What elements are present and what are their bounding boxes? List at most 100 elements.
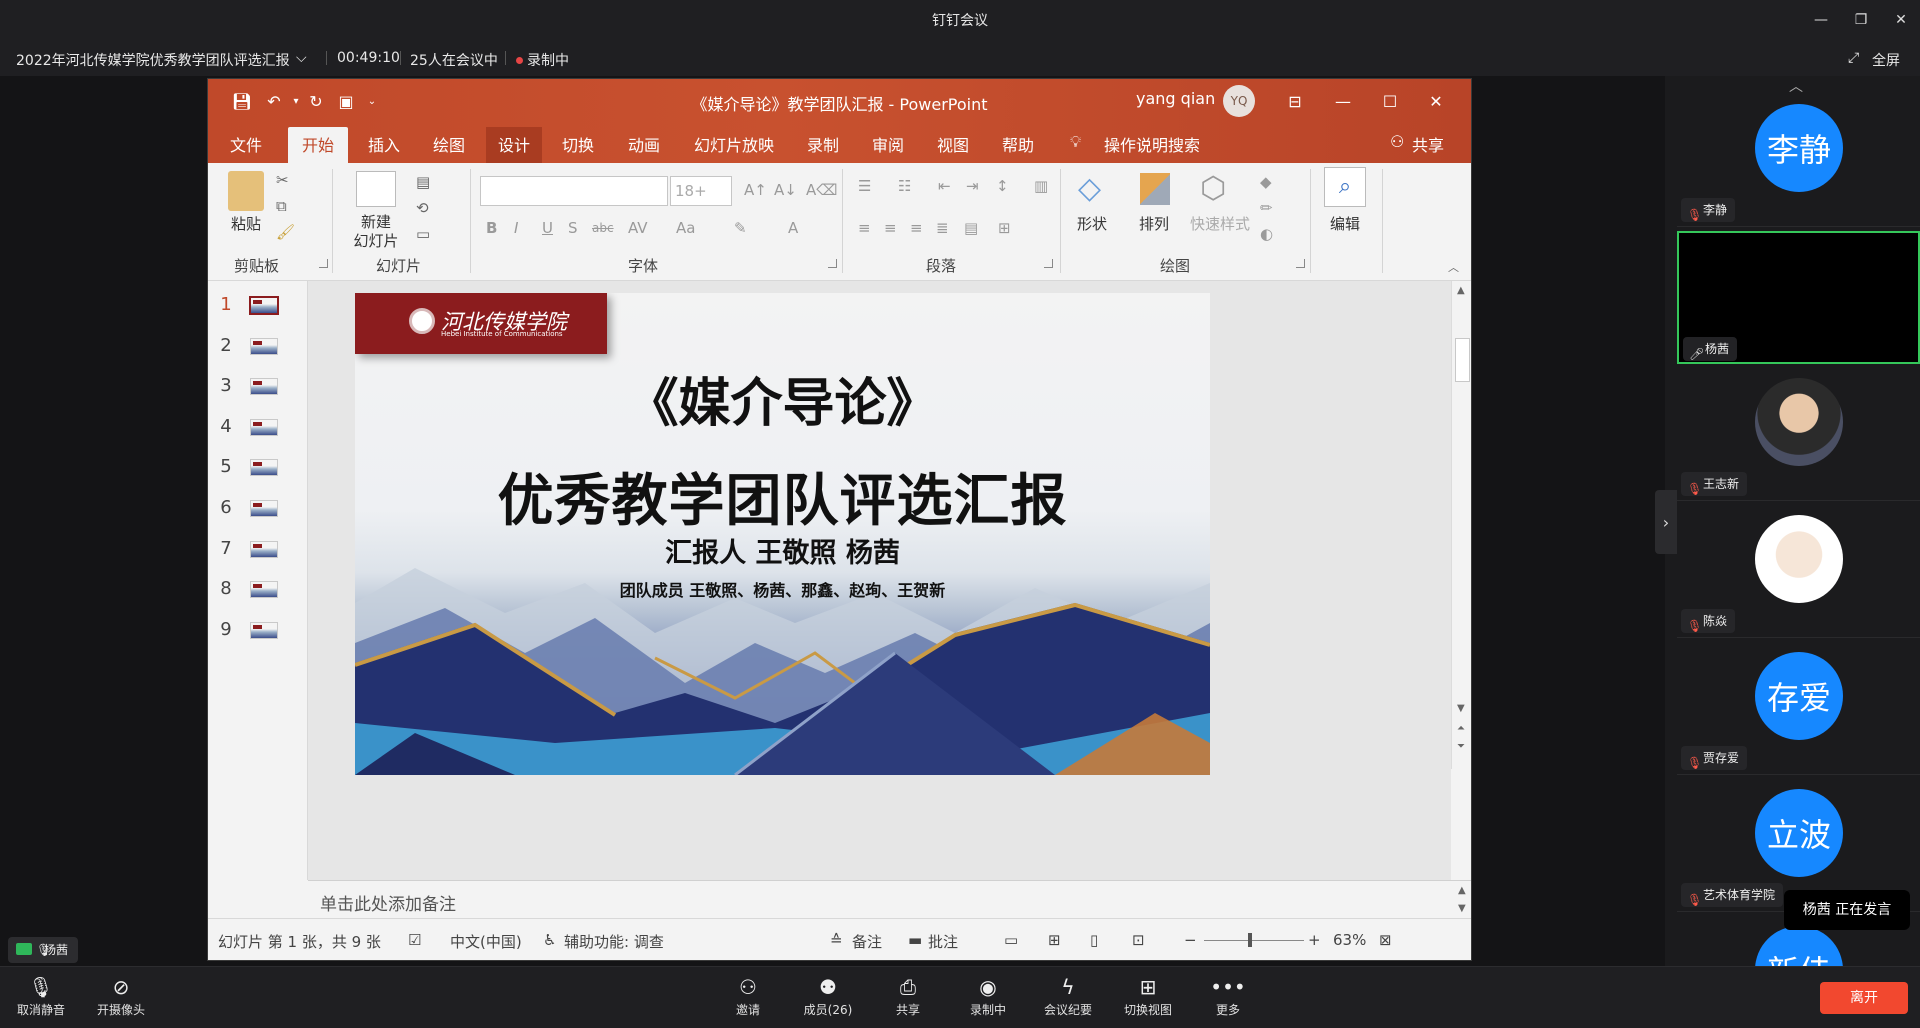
copy-icon[interactable]: ⧉ <box>276 197 287 215</box>
slide-thumbnail-image[interactable] <box>250 621 278 639</box>
members-button[interactable]: ⚉ 成员(26) <box>787 973 869 1025</box>
comments-icon[interactable]: ▬ <box>908 931 922 949</box>
format-painter-icon[interactable]: 🖌︎ <box>276 223 295 241</box>
share-button[interactable]: 共享 <box>1412 132 1444 156</box>
slide-thumbnail[interactable]: 4 <box>208 409 308 449</box>
find-icon[interactable]: ⌕ <box>1324 167 1366 207</box>
notes-scroll-up-icon[interactable]: ▲ <box>1458 885 1466 896</box>
slide-thumbnail[interactable]: 5 <box>208 449 308 489</box>
slide-thumbnail-image[interactable] <box>249 296 279 315</box>
tab-record[interactable]: 录制 <box>807 132 839 156</box>
scroll-up-icon[interactable]: ▲ <box>1457 285 1465 296</box>
ppt-user-avatar[interactable]: YQ <box>1223 85 1255 117</box>
collapse-ribbon-icon[interactable]: ︿ <box>1448 259 1459 275</box>
slide-thumbnail-image[interactable] <box>250 418 278 436</box>
zoom-slider-thumb[interactable] <box>1248 933 1252 947</box>
more-button[interactable]: ••• 更多 <box>1187 973 1269 1025</box>
justify-icon[interactable]: ≣ <box>936 219 949 237</box>
change-case-icon[interactable]: Aa <box>676 219 695 237</box>
participant-tile[interactable]: 李静 🎙︎ 李静 <box>1677 94 1920 227</box>
zoom-slider[interactable] <box>1204 940 1304 941</box>
drawing-launcher-icon[interactable] <box>1296 259 1305 268</box>
align-right-icon[interactable]: ≡ <box>910 219 923 237</box>
fullscreen-icon[interactable]: ⤢ <box>1848 50 1859 66</box>
bold-icon[interactable]: B <box>486 219 497 237</box>
slide-thumbnail-image[interactable] <box>250 581 278 599</box>
participant-tile[interactable]: 🎙︎ 陈焱 <box>1677 505 1920 638</box>
bullets-icon[interactable]: ☰ <box>858 177 871 195</box>
slideshow-view-icon[interactable]: ⊡ <box>1132 931 1145 949</box>
paste-icon[interactable] <box>228 171 264 211</box>
tab-draw[interactable]: 绘图 <box>433 132 465 156</box>
spellcheck-icon[interactable]: ☑ <box>408 931 421 949</box>
paste-button[interactable]: 粘贴 <box>228 215 264 234</box>
shapes-button[interactable]: 形状 <box>1070 215 1114 234</box>
decrease-font-icon[interactable]: A↓ <box>774 181 797 199</box>
line-spacing-icon[interactable]: ↕ <box>996 177 1009 195</box>
tab-help[interactable]: 帮助 <box>1002 132 1034 156</box>
ribbon-display-icon[interactable]: ⊟ <box>1280 87 1310 115</box>
tab-animations[interactable]: 动画 <box>628 132 660 156</box>
cut-icon[interactable]: ✂ <box>276 171 289 189</box>
zoom-in-icon[interactable]: + <box>1308 931 1321 949</box>
slide-thumbnail[interactable]: 3 <box>208 368 308 408</box>
new-slide-icon[interactable] <box>356 171 396 207</box>
slide-thumbnail-image[interactable] <box>250 378 278 396</box>
fullscreen-button[interactable]: 全屏 <box>1872 50 1900 70</box>
slide-thumbnail-image[interactable] <box>250 337 278 355</box>
participant-tile[interactable]: 存爱 🎙︎ 贾存爱 <box>1677 642 1920 775</box>
language-status[interactable]: 中文(中国) <box>450 931 522 952</box>
align-center-icon[interactable]: ≡ <box>884 219 897 237</box>
decrease-indent-icon[interactable]: ⇤ <box>938 177 951 195</box>
section-icon[interactable]: ▭ <box>416 225 430 243</box>
ppt-close-icon[interactable]: ✕ <box>1421 87 1451 115</box>
notes-pane[interactable]: 单击此处添加备注 ▲ ▼ <box>308 880 1471 918</box>
close-icon[interactable]: ✕ <box>1889 8 1913 32</box>
minutes-button[interactable]: ϟ 会议纪要 <box>1027 973 1109 1025</box>
align-text-icon[interactable]: ▤ <box>964 219 978 237</box>
arrange-button[interactable]: 排列 <box>1130 215 1178 234</box>
scroll-down-icon[interactable]: ▼ <box>1457 703 1465 714</box>
next-slide-icon[interactable]: ⏷ <box>1457 741 1465 752</box>
reading-view-icon[interactable]: ▯ <box>1090 931 1098 949</box>
slide-vertical-scrollbar[interactable]: ▲ ▼ ⏶ ⏷ <box>1451 281 1471 769</box>
recording-button[interactable]: ◉ 录制中 <box>947 973 1029 1025</box>
increase-indent-icon[interactable]: ⇥ <box>966 177 979 195</box>
layout-icon[interactable]: ▤ <box>416 173 430 191</box>
fit-to-window-icon[interactable]: ⊠ <box>1379 931 1392 949</box>
shape-fill-icon[interactable]: ◆ <box>1260 173 1272 191</box>
sorter-view-icon[interactable]: ⊞ <box>1048 931 1061 949</box>
leave-meeting-button[interactable]: 离开 <box>1820 982 1908 1014</box>
highlight-icon[interactable]: ✎ <box>734 219 747 237</box>
smartart-icon[interactable]: ⊞ <box>998 219 1011 237</box>
normal-view-icon[interactable]: ▭ <box>1004 931 1018 949</box>
tab-review[interactable]: 审阅 <box>872 132 904 156</box>
quick-styles-icon[interactable]: ⬡ <box>1200 171 1226 206</box>
slide-thumbnail[interactable]: 2 <box>208 328 308 368</box>
accessibility-status[interactable]: 辅助功能: 调查 <box>564 931 664 952</box>
previous-slide-icon[interactable]: ⏶ <box>1457 723 1465 734</box>
tab-view[interactable]: 视图 <box>937 132 969 156</box>
font-color-icon[interactable]: A <box>788 219 798 237</box>
reset-icon[interactable]: ⟲ <box>416 199 429 217</box>
ppt-maximize-icon[interactable]: ☐ <box>1375 87 1405 115</box>
meeting-name[interactable]: 2022年河北传媒学院优秀教学团队评选汇报 <box>16 50 290 70</box>
strikethrough-icon[interactable]: abc <box>592 221 614 235</box>
notes-toggle[interactable]: 备注 <box>852 931 882 952</box>
ppt-user-name[interactable]: yang qian <box>1136 89 1215 108</box>
tab-file[interactable]: 文件 <box>230 132 262 156</box>
tab-transitions[interactable]: 切换 <box>562 132 594 156</box>
shadow-icon[interactable]: S <box>568 219 578 237</box>
ppt-minimize-icon[interactable]: — <box>1328 87 1358 115</box>
slide-thumbnail-image[interactable] <box>250 459 278 477</box>
participant-tile[interactable]: 🎙︎ 王志新 <box>1677 368 1920 501</box>
shapes-icon[interactable]: ◇ <box>1078 171 1112 207</box>
paragraph-launcher-icon[interactable] <box>1044 259 1053 268</box>
font-size-select[interactable]: 18+ <box>670 176 732 206</box>
slide-thumbnail[interactable]: 7 <box>208 531 308 571</box>
increase-font-icon[interactable]: A↑ <box>744 181 767 199</box>
chevron-down-icon[interactable]: ⌵ <box>296 50 307 66</box>
slide-thumbnail-image[interactable] <box>250 540 278 558</box>
participant-count[interactable]: 25人在会议中 <box>410 50 498 70</box>
zoom-level[interactable]: 63% <box>1333 931 1366 949</box>
